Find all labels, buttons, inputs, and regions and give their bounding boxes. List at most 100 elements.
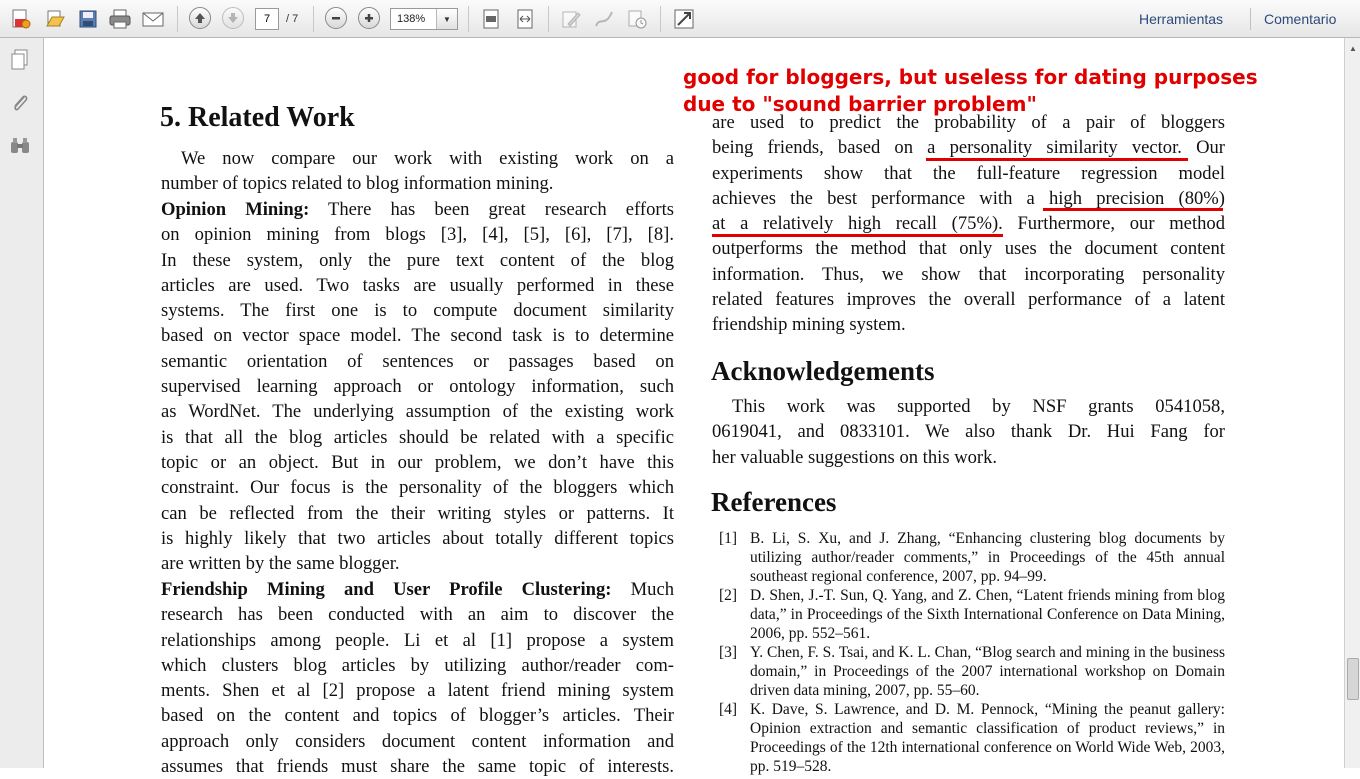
text-line: can be reflected from the their writing … <box>161 502 674 524</box>
text-line: as WordNet. The underlying assumption of… <box>161 401 674 423</box>
create-pdf-icon[interactable] <box>8 6 34 32</box>
opinion-mining-paragraph: Opinion Mining: There has been great res… <box>161 197 674 576</box>
text-line: relationships among people. Li et al [1]… <box>161 629 674 651</box>
email-icon[interactable] <box>140 6 166 32</box>
text-line: This work was supported by NSF grants 05… <box>732 396 1225 417</box>
reference-item: [1] B. Li, S. Xu, and J. Zhang, “Enhanci… <box>712 529 1225 586</box>
text-line: at a relatively high recall (75%). Furth… <box>712 213 1225 235</box>
vertical-scrollbar[interactable]: ▲ <box>1344 38 1360 768</box>
reference-text: B. Li, S. Xu, and J. Zhang, “Enhancing c… <box>750 530 1225 585</box>
page-total-label: / 7 <box>286 13 299 25</box>
text-line: related features improves the overall pe… <box>712 289 1225 311</box>
acknowledgements-heading: Acknowledgements <box>711 356 935 386</box>
text-line: number of topics related to blog informa… <box>161 173 554 195</box>
text-line: topic or an object. But in our problem, … <box>161 451 674 473</box>
text-line: constraint. Our focus is the personality… <box>161 477 674 499</box>
references-heading: References <box>711 487 837 517</box>
text-line: her valuable suggestions on this work. <box>712 446 998 468</box>
text-line: articles are used. Two tasks are usually… <box>161 274 674 296</box>
text-fragment: There has been great research efforts <box>309 199 674 220</box>
intro-paragraph: We now compare our work with existing wo… <box>161 146 674 197</box>
open-file-icon[interactable] <box>42 6 68 32</box>
reference-number: [2] <box>719 587 738 604</box>
previous-page-button[interactable] <box>189 7 211 29</box>
text-line: We now compare our work with existing wo… <box>181 148 674 169</box>
text-line: based on vector space model. The second … <box>161 325 674 347</box>
highlight-underline <box>926 158 1188 161</box>
reference-text: K. Dave, S. Lawrence, and D. M. Pennock,… <box>750 701 1225 775</box>
reference-text: D. Shen, J.-T. Sun, Q. Yang, and Z. Chen… <box>750 587 1225 642</box>
text-line: assumes that friends must share the same… <box>161 756 674 778</box>
fit-width-icon[interactable] <box>512 6 538 32</box>
text-line: outperforms the method that only uses th… <box>712 238 1225 260</box>
text-line: ments. Shen et al [2] propose a latent f… <box>161 680 674 702</box>
search-icon[interactable] <box>8 134 32 158</box>
opinion-mining-label: Opinion Mining: <box>161 199 310 220</box>
stamp-icon[interactable] <box>624 6 650 32</box>
section-heading: 5. Related Work <box>160 102 355 133</box>
tools-link[interactable]: Herramientas <box>1139 0 1223 38</box>
text-line: Friendship Mining and User Profile Clust… <box>161 577 674 602</box>
friendship-mining-label: Friendship Mining and User Profile Clust… <box>161 579 612 600</box>
page-number-input[interactable]: 7 <box>255 8 279 30</box>
reference-item: [2] D. Shen, J.-T. Sun, Q. Yang, and Z. … <box>712 586 1225 643</box>
reference-number: [4] <box>719 701 738 718</box>
conclusion-paragraph: are used to predict the probability of a… <box>712 110 1225 338</box>
scroll-up-icon[interactable]: ▲ <box>1346 40 1360 56</box>
sign-icon[interactable] <box>591 6 617 32</box>
text-line: Opinion Mining: There has been great res… <box>161 197 674 222</box>
acknowledgements-paragraph: This work was supported by NSF grants 05… <box>712 394 1225 470</box>
text-line: 0619041, and 0833101. We also thank Dr. … <box>712 421 1225 443</box>
text-line: experiments show that the full-feature r… <box>712 162 1225 184</box>
chevron-down-icon[interactable]: ▼ <box>436 9 457 29</box>
toolbar-divider <box>548 6 549 32</box>
navigation-panel <box>0 38 44 768</box>
references-list: [1] B. Li, S. Xu, and J. Zhang, “Enhanci… <box>712 529 1225 776</box>
annotation-line: due to "sound barrier problem" <box>683 92 1037 116</box>
annotation-line: good for bloggers, but useless for datin… <box>683 65 1258 89</box>
highlight-underline <box>712 234 1003 237</box>
zoom-out-button[interactable] <box>325 7 347 29</box>
toolbar-divider <box>468 6 469 32</box>
text-line: is that all the blog articles should be … <box>161 426 674 448</box>
text-line: based on the content and topics of blogg… <box>161 705 674 727</box>
text-line: In these system, only the pure text cont… <box>161 249 674 271</box>
text-line: semantic orientation of sentences or pas… <box>161 350 674 372</box>
text-line: is highly likely that two articles about… <box>161 527 674 549</box>
reference-number: [3] <box>719 644 738 661</box>
pages-icon[interactable] <box>8 48 32 72</box>
text-line: supervised learning approach or ontology… <box>161 376 674 398</box>
comment-link[interactable]: Comentario <box>1264 0 1336 38</box>
markup-annotation: good for bloggers, but useless for datin… <box>683 64 1258 118</box>
toolbar: 7 / 7 138% ▼ Herramientas Comentario <box>0 0 1360 38</box>
scrollbar-thumb[interactable] <box>1347 658 1359 700</box>
expand-icon[interactable] <box>671 6 697 32</box>
print-icon[interactable] <box>107 6 133 32</box>
fit-page-icon[interactable] <box>478 6 504 32</box>
text-line: friendship mining system. <box>712 314 906 336</box>
text-line: being friends, based on a personality si… <box>712 137 1225 159</box>
text-line: which clusters blog articles by utilizin… <box>161 654 674 676</box>
friendship-mining-paragraph: Friendship Mining and User Profile Clust… <box>161 577 674 779</box>
toolbar-divider <box>313 6 314 32</box>
toolbar-divider <box>660 6 661 32</box>
text-line: are written by the same blogger. <box>161 553 400 575</box>
save-icon[interactable] <box>75 6 101 32</box>
attachment-icon[interactable] <box>8 91 32 115</box>
reference-number: [1] <box>719 530 738 547</box>
text-line: systems. The first one is to compute doc… <box>161 300 674 322</box>
zoom-select[interactable]: 138% ▼ <box>390 8 458 30</box>
text-fragment: Much <box>611 579 675 600</box>
reference-text: Y. Chen, F. S. Tsai, and K. L. Chan, “Bl… <box>750 644 1225 699</box>
toolbar-divider <box>1250 8 1251 30</box>
zoom-value: 138% <box>397 13 426 25</box>
next-page-button[interactable] <box>222 7 244 29</box>
highlight-underline <box>1043 208 1223 211</box>
edit-text-icon[interactable] <box>558 6 584 32</box>
text-line: research has been conducted with an aim … <box>161 604 674 626</box>
text-line: approach only considers document content… <box>161 730 674 752</box>
zoom-in-button[interactable] <box>358 7 380 29</box>
toolbar-divider <box>177 6 178 32</box>
reference-item: [4] K. Dave, S. Lawrence, and D. M. Penn… <box>712 700 1225 776</box>
reference-item: [3] Y. Chen, F. S. Tsai, and K. L. Chan,… <box>712 643 1225 700</box>
